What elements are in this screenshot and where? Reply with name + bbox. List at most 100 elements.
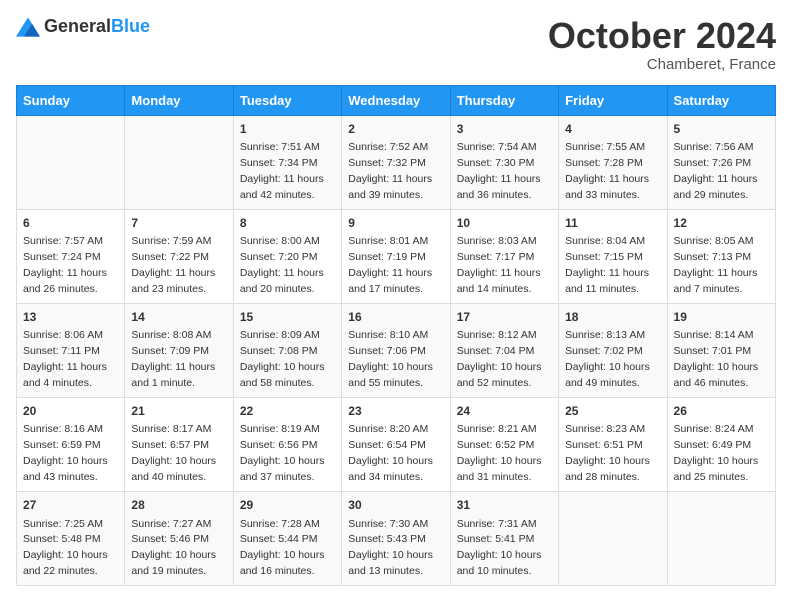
calendar-cell: 26 Sunrise: 8:24 AMSunset: 6:49 PMDayligh… xyxy=(667,398,775,492)
logo-blue: Blue xyxy=(111,16,150,36)
calendar-cell xyxy=(17,115,125,209)
calendar-week-row: 1 Sunrise: 7:51 AMSunset: 7:34 PMDaylight… xyxy=(17,115,776,209)
cell-content: Sunrise: 8:04 AMSunset: 7:15 PMDaylight:… xyxy=(565,235,649,295)
day-number: 5 xyxy=(674,121,769,138)
cell-content: Sunrise: 8:03 AMSunset: 7:17 PMDaylight:… xyxy=(457,235,541,295)
day-number: 6 xyxy=(23,215,118,232)
weekday-header: Wednesday xyxy=(342,85,450,115)
cell-content: Sunrise: 7:27 AMSunset: 5:46 PMDaylight:… xyxy=(131,518,216,578)
logo-general: General xyxy=(44,16,111,36)
calendar-cell: 21 Sunrise: 8:17 AMSunset: 6:57 PMDayligh… xyxy=(125,398,233,492)
cell-content: Sunrise: 8:24 AMSunset: 6:49 PMDaylight:… xyxy=(674,423,759,483)
cell-content: Sunrise: 8:12 AMSunset: 7:04 PMDaylight:… xyxy=(457,329,542,389)
day-number: 26 xyxy=(674,403,769,420)
day-number: 22 xyxy=(240,403,335,420)
day-number: 17 xyxy=(457,309,552,326)
cell-content: Sunrise: 8:00 AMSunset: 7:20 PMDaylight:… xyxy=(240,235,324,295)
cell-content: Sunrise: 8:10 AMSunset: 7:06 PMDaylight:… xyxy=(348,329,433,389)
day-number: 20 xyxy=(23,403,118,420)
day-number: 2 xyxy=(348,121,443,138)
calendar-cell: 28 Sunrise: 7:27 AMSunset: 5:46 PMDayligh… xyxy=(125,492,233,586)
cell-content: Sunrise: 7:31 AMSunset: 5:41 PMDaylight:… xyxy=(457,518,542,578)
calendar-cell: 23Sunrise: 8:20 AMSunset: 6:54 PMDayligh… xyxy=(342,398,450,492)
calendar-week-row: 27Sunrise: 7:25 AMSunset: 5:48 PMDayligh… xyxy=(17,492,776,586)
day-number: 30 xyxy=(348,497,443,514)
day-number: 14 xyxy=(131,309,226,326)
cell-content: Sunrise: 7:59 AMSunset: 7:22 PMDaylight:… xyxy=(131,235,215,295)
calendar-cell: 11 Sunrise: 8:04 AMSunset: 7:15 PMDayligh… xyxy=(559,209,667,303)
day-number: 28 xyxy=(131,497,226,514)
calendar-header: SundayMondayTuesdayWednesdayThursdayFrid… xyxy=(17,85,776,115)
day-number: 24 xyxy=(457,403,552,420)
day-number: 7 xyxy=(131,215,226,232)
day-number: 11 xyxy=(565,215,660,232)
calendar-cell: 9 Sunrise: 8:01 AMSunset: 7:19 PMDaylight… xyxy=(342,209,450,303)
calendar-cell: 22 Sunrise: 8:19 AMSunset: 6:56 PMDayligh… xyxy=(233,398,341,492)
cell-content: Sunrise: 8:17 AMSunset: 6:57 PMDaylight:… xyxy=(131,423,216,483)
day-number: 9 xyxy=(348,215,443,232)
cell-content: Sunrise: 8:06 AMSunset: 7:11 PMDaylight:… xyxy=(23,329,107,389)
day-number: 3 xyxy=(457,121,552,138)
calendar-cell: 31 Sunrise: 7:31 AMSunset: 5:41 PMDayligh… xyxy=(450,492,558,586)
location-subtitle: Chamberet, France xyxy=(548,56,776,73)
calendar-cell: 5Sunrise: 7:56 AMSunset: 7:26 PMDaylight… xyxy=(667,115,775,209)
calendar-cell: 24 Sunrise: 8:21 AMSunset: 6:52 PMDayligh… xyxy=(450,398,558,492)
calendar-cell: 29Sunrise: 7:28 AMSunset: 5:44 PMDayligh… xyxy=(233,492,341,586)
calendar-week-row: 6 Sunrise: 7:57 AMSunset: 7:24 PMDaylight… xyxy=(17,209,776,303)
cell-content: Sunrise: 8:01 AMSunset: 7:19 PMDaylight:… xyxy=(348,235,432,295)
cell-content: Sunrise: 7:30 AMSunset: 5:43 PMDaylight:… xyxy=(348,518,433,578)
cell-content: Sunrise: 7:54 AMSunset: 7:30 PMDaylight:… xyxy=(457,141,541,201)
cell-content: Sunrise: 8:20 AMSunset: 6:54 PMDaylight:… xyxy=(348,423,433,483)
weekday-header: Tuesday xyxy=(233,85,341,115)
calendar-cell: 12 Sunrise: 8:05 AMSunset: 7:13 PMDayligh… xyxy=(667,209,775,303)
calendar-cell: 15Sunrise: 8:09 AMSunset: 7:08 PMDayligh… xyxy=(233,303,341,397)
calendar-cell: 1 Sunrise: 7:51 AMSunset: 7:34 PMDaylight… xyxy=(233,115,341,209)
weekday-header: Saturday xyxy=(667,85,775,115)
calendar-cell: 30 Sunrise: 7:30 AMSunset: 5:43 PMDayligh… xyxy=(342,492,450,586)
day-number: 1 xyxy=(240,121,335,138)
day-number: 12 xyxy=(674,215,769,232)
weekday-header-row: SundayMondayTuesdayWednesdayThursdayFrid… xyxy=(17,85,776,115)
cell-content: Sunrise: 8:14 AMSunset: 7:01 PMDaylight:… xyxy=(674,329,759,389)
day-number: 10 xyxy=(457,215,552,232)
title-block: October 2024 Chamberet, France xyxy=(548,16,776,73)
day-number: 13 xyxy=(23,309,118,326)
cell-content: Sunrise: 7:55 AMSunset: 7:28 PMDaylight:… xyxy=(565,141,649,201)
calendar-cell: 25Sunrise: 8:23 AMSunset: 6:51 PMDayligh… xyxy=(559,398,667,492)
calendar-week-row: 20 Sunrise: 8:16 AMSunset: 6:59 PMDayligh… xyxy=(17,398,776,492)
calendar-table: SundayMondayTuesdayWednesdayThursdayFrid… xyxy=(16,85,776,587)
logo-text: GeneralBlue xyxy=(44,16,150,37)
cell-content: Sunrise: 7:51 AMSunset: 7:34 PMDaylight:… xyxy=(240,141,324,201)
cell-content: Sunrise: 8:16 AMSunset: 6:59 PMDaylight:… xyxy=(23,423,108,483)
day-number: 4 xyxy=(565,121,660,138)
cell-content: Sunrise: 8:19 AMSunset: 6:56 PMDaylight:… xyxy=(240,423,325,483)
cell-content: Sunrise: 7:57 AMSunset: 7:24 PMDaylight:… xyxy=(23,235,107,295)
calendar-cell xyxy=(667,492,775,586)
calendar-cell: 4 Sunrise: 7:55 AMSunset: 7:28 PMDaylight… xyxy=(559,115,667,209)
cell-content: Sunrise: 8:13 AMSunset: 7:02 PMDaylight:… xyxy=(565,329,650,389)
day-number: 31 xyxy=(457,497,552,514)
cell-content: Sunrise: 8:08 AMSunset: 7:09 PMDaylight:… xyxy=(131,329,215,389)
cell-content: Sunrise: 7:52 AMSunset: 7:32 PMDaylight:… xyxy=(348,141,432,201)
calendar-cell: 10 Sunrise: 8:03 AMSunset: 7:17 PMDayligh… xyxy=(450,209,558,303)
calendar-body: 1 Sunrise: 7:51 AMSunset: 7:34 PMDaylight… xyxy=(17,115,776,586)
month-title: October 2024 xyxy=(548,16,776,56)
calendar-cell xyxy=(559,492,667,586)
calendar-cell: 8 Sunrise: 8:00 AMSunset: 7:20 PMDaylight… xyxy=(233,209,341,303)
day-number: 21 xyxy=(131,403,226,420)
weekday-header: Sunday xyxy=(17,85,125,115)
cell-content: Sunrise: 8:21 AMSunset: 6:52 PMDaylight:… xyxy=(457,423,542,483)
weekday-header: Friday xyxy=(559,85,667,115)
calendar-cell: 6 Sunrise: 7:57 AMSunset: 7:24 PMDaylight… xyxy=(17,209,125,303)
cell-content: Sunrise: 7:28 AMSunset: 5:44 PMDaylight:… xyxy=(240,518,325,578)
day-number: 18 xyxy=(565,309,660,326)
cell-content: Sunrise: 8:05 AMSunset: 7:13 PMDaylight:… xyxy=(674,235,758,295)
cell-content: Sunrise: 8:09 AMSunset: 7:08 PMDaylight:… xyxy=(240,329,325,389)
day-number: 27 xyxy=(23,497,118,514)
logo-icon xyxy=(16,17,40,37)
calendar-cell: 27Sunrise: 7:25 AMSunset: 5:48 PMDayligh… xyxy=(17,492,125,586)
calendar-cell: 19Sunrise: 8:14 AMSunset: 7:01 PMDayligh… xyxy=(667,303,775,397)
calendar-cell: 3 Sunrise: 7:54 AMSunset: 7:30 PMDaylight… xyxy=(450,115,558,209)
day-number: 8 xyxy=(240,215,335,232)
cell-content: Sunrise: 8:23 AMSunset: 6:51 PMDaylight:… xyxy=(565,423,650,483)
